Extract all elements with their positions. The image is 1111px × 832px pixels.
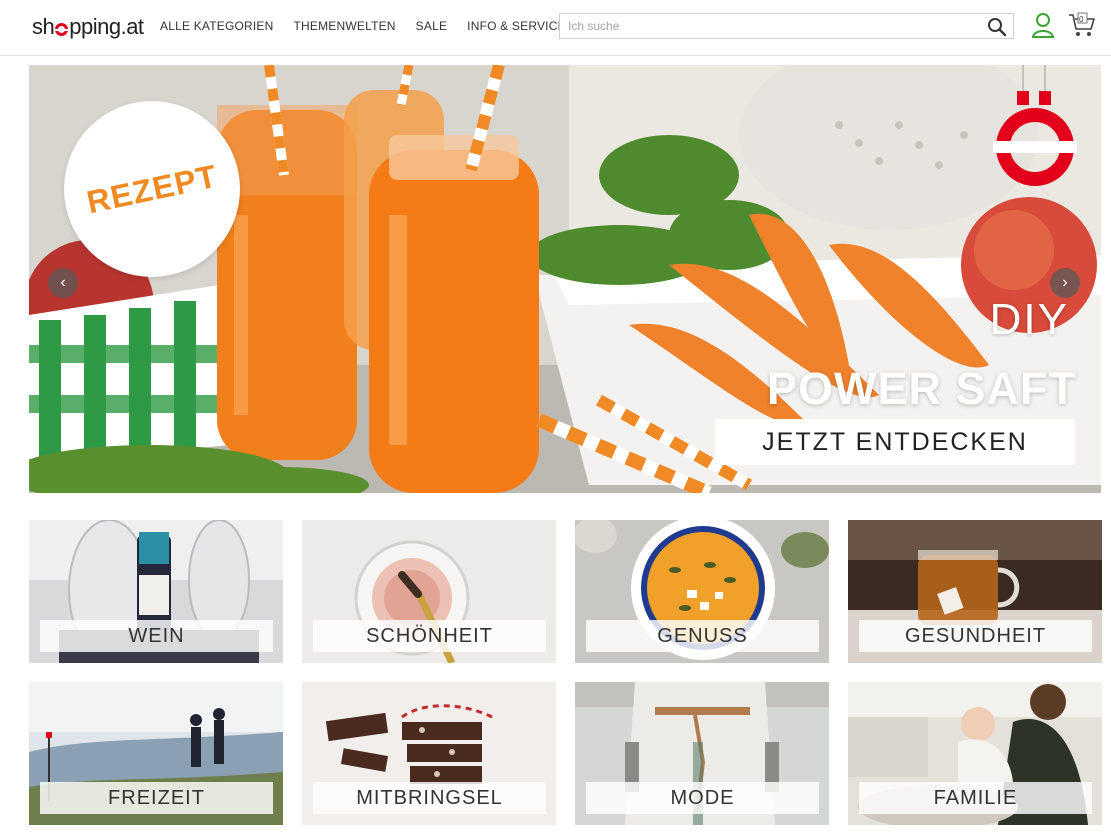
carousel-prev-button[interactable]: ‹ bbox=[48, 268, 78, 298]
category-tile-genuss[interactable]: GENUSS bbox=[575, 520, 829, 663]
chevron-right-icon: › bbox=[1062, 274, 1068, 291]
cart-icon[interactable]: 0 bbox=[1068, 12, 1096, 38]
nav-themenwelten[interactable]: THEMENWELTEN bbox=[293, 19, 395, 33]
site-header: sh pping.at ALLE KATEGORIEN THEMENWELTEN … bbox=[0, 0, 1111, 56]
category-label: FAMILIE bbox=[859, 782, 1092, 814]
category-tile-wein[interactable]: WEIN bbox=[29, 520, 283, 663]
category-label: SCHÖNHEIT bbox=[313, 620, 546, 652]
hero-title-small: DIY bbox=[989, 295, 1069, 344]
category-tile-schoenheit[interactable]: SCHÖNHEIT bbox=[302, 520, 556, 663]
rezept-badge: REZEPT bbox=[64, 101, 240, 277]
logo-o-mark bbox=[54, 22, 70, 36]
category-label: FREIZEIT bbox=[40, 782, 273, 814]
nav-alle-kategorien[interactable]: ALLE KATEGORIEN bbox=[160, 19, 273, 33]
chevron-left-icon: ‹ bbox=[60, 274, 66, 291]
category-label: WEIN bbox=[40, 620, 273, 652]
category-label: GENUSS bbox=[586, 620, 819, 652]
site-logo[interactable]: sh pping.at bbox=[32, 14, 144, 40]
search-input[interactable] bbox=[560, 14, 970, 38]
nav-info-service[interactable]: INFO & SERVICE bbox=[467, 19, 566, 33]
search-bar bbox=[559, 13, 1014, 39]
category-label: MITBRINGSEL bbox=[313, 782, 546, 814]
main-nav: ALLE KATEGORIEN THEMENWELTEN SALE INFO &… bbox=[160, 19, 586, 33]
search-icon[interactable] bbox=[987, 17, 1007, 37]
category-tile-familie[interactable]: FAMILIE bbox=[848, 682, 1102, 825]
logo-text-start: sh bbox=[32, 14, 55, 39]
carousel-next-button[interactable]: › bbox=[1050, 268, 1080, 298]
nav-sale[interactable]: SALE bbox=[416, 19, 448, 33]
cart-count-badge: 0 bbox=[1079, 15, 1084, 24]
rezept-badge-text: REZEPT bbox=[83, 157, 221, 220]
logo-text-end: pping.at bbox=[69, 14, 144, 39]
category-tile-freizeit[interactable]: FREIZEIT bbox=[29, 682, 283, 825]
category-label: GESUNDHEIT bbox=[859, 620, 1092, 652]
hero-title: POWER SAFT bbox=[767, 363, 1077, 414]
jetzt-entdecken-button[interactable]: JETZT ENTDECKEN bbox=[715, 419, 1075, 465]
category-tile-mode[interactable]: MODE bbox=[575, 682, 829, 825]
hero-banner[interactable]: REZEPT ‹ › DIY POWER SAFT JETZT ENTDECKE… bbox=[29, 65, 1101, 493]
category-tile-gesundheit[interactable]: GESUNDHEIT bbox=[848, 520, 1102, 663]
category-tile-mitbringsel[interactable]: MITBRINGSEL bbox=[302, 682, 556, 825]
austria-ring-ornament bbox=[993, 65, 1077, 186]
user-icon[interactable] bbox=[1031, 12, 1055, 38]
category-label: MODE bbox=[586, 782, 819, 814]
